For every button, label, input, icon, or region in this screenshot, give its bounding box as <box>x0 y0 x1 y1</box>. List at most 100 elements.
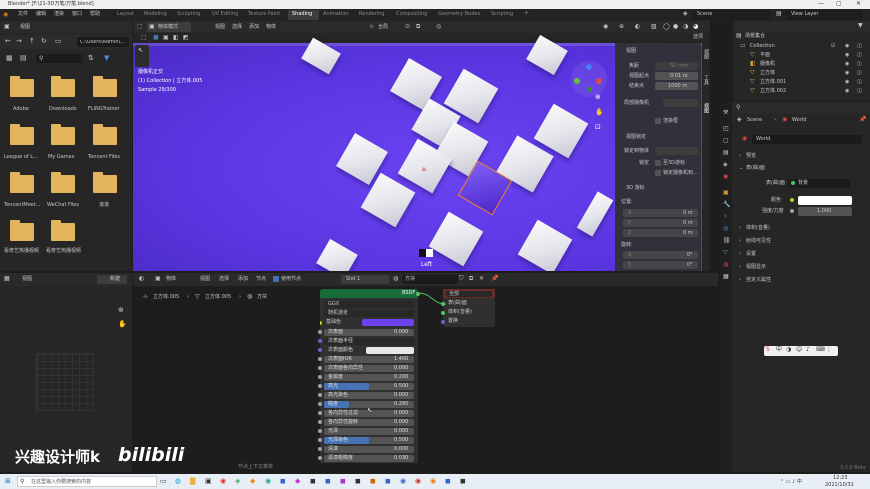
options-dropdown[interactable]: 选项 <box>693 35 703 40</box>
folder-icon[interactable] <box>51 220 75 241</box>
maximize-button[interactable]: ▢ <box>836 1 842 7</box>
pin-icon[interactable]: 📌 <box>491 276 498 282</box>
checkbox-icon[interactable]: ☑ <box>831 44 835 49</box>
app-icon[interactable]: ◆ <box>250 478 255 485</box>
cube-object[interactable] <box>517 219 573 271</box>
viewport-menu-view[interactable]: 视图 <box>215 25 225 30</box>
tab-texture-paint[interactable]: Texture Paint <box>248 12 280 17</box>
texture-tab-icon[interactable]: ▦ <box>723 274 729 280</box>
panel-custom-properties[interactable]: 自定义属性 <box>746 278 771 283</box>
proportional-edit-icon[interactable]: ◎ <box>436 24 441 30</box>
input-socket-icon[interactable] <box>318 384 322 388</box>
render-icon[interactable]: ◫ <box>857 80 862 85</box>
app-icon[interactable]: ◼ <box>355 478 361 485</box>
back-arrow-icon[interactable]: ← <box>5 38 11 45</box>
tab-animation[interactable]: Animation <box>323 12 349 17</box>
close-button[interactable]: ✕ <box>856 1 861 7</box>
node-menu-view[interactable]: 视图 <box>200 277 210 282</box>
sort-icon[interactable]: ⇅ <box>88 55 94 62</box>
thumbnail-icon[interactable]: ▤ <box>20 55 27 62</box>
input-socket-icon[interactable] <box>318 456 322 460</box>
constraints-tab-icon[interactable]: ⛓ <box>723 238 731 244</box>
3d-cursor-icon[interactable]: ✳ <box>421 167 427 174</box>
app-icon[interactable]: ◼ <box>325 478 331 485</box>
material-output-node[interactable]: 全部 表(曲)面 体积(音量) 置换 <box>441 289 495 327</box>
grid-view-icon[interactable]: ▦ <box>6 55 13 62</box>
input-socket-icon[interactable] <box>441 320 445 324</box>
panel-ray-visibility[interactable]: 射线可见性 <box>746 239 771 244</box>
node-menu-select[interactable]: 选择 <box>219 277 229 282</box>
folder-icon[interactable] <box>51 124 75 145</box>
parent-dir-icon[interactable]: ↑ <box>29 38 35 45</box>
shader-editor[interactable]: ◐ ▣ 物体 视图 选择 添加 节点 使用节点 Slot 1 ◍ 方块 ⛉ ⧉ … <box>133 273 718 472</box>
tab-layout[interactable]: Layout <box>117 12 134 17</box>
duplicate-icon[interactable]: ⧉ <box>469 276 473 282</box>
world-tab-icon[interactable]: ◉ <box>723 174 728 180</box>
ime-logo-icon[interactable]: S <box>766 347 770 353</box>
app-icon[interactable]: ◈ <box>235 478 240 485</box>
tab-scripting[interactable]: Scripting <box>491 12 513 17</box>
blender-logo-icon[interactable]: ◉ <box>3 12 8 18</box>
folder-icon[interactable] <box>10 124 34 145</box>
viewport-menu-select[interactable]: 选择 <box>232 25 242 30</box>
fake-user-icon[interactable]: ⛉ <box>459 276 464 282</box>
zoom-icon[interactable]: ⊕ <box>118 307 124 314</box>
menu-window[interactable]: 窗口 <box>72 12 82 17</box>
menu-render[interactable]: 渲染 <box>54 12 64 17</box>
xray-icon[interactable]: ▧ <box>651 24 657 30</box>
scene-tab-icon[interactable]: ◈ <box>723 162 728 168</box>
select-mode-invert-icon[interactable]: ◩ <box>183 35 189 41</box>
file-browser-view-menu[interactable]: 视图 <box>20 25 30 30</box>
minimize-button[interactable]: — <box>818 1 824 7</box>
outliner-item[interactable]: 平面 <box>760 53 770 58</box>
shader-type-dropdown[interactable]: 物体 <box>166 277 176 282</box>
tray-icons[interactable]: ⌃ ▭ ♪ 中 <box>780 480 802 485</box>
input-socket-icon[interactable] <box>318 357 322 361</box>
view-section-title[interactable]: 视图 <box>626 49 636 54</box>
app-icon[interactable]: ◼ <box>340 478 346 485</box>
input-socket-icon[interactable] <box>318 420 322 424</box>
shading-rendered-icon[interactable]: ◕ <box>693 24 698 30</box>
menu-help[interactable]: 帮助 <box>90 12 100 17</box>
input-socket-icon[interactable] <box>318 411 322 415</box>
folder-icon[interactable] <box>93 124 117 145</box>
visibility-icon[interactable]: ◉ <box>845 71 849 76</box>
cube-object[interactable] <box>576 191 614 237</box>
properties-search-icon[interactable]: ⚲ <box>736 105 740 111</box>
edge-icon[interactable]: ◍ <box>175 478 181 485</box>
image-editor-view-menu[interactable]: 视图 <box>22 277 32 282</box>
render-icon[interactable]: ◫ <box>857 62 862 67</box>
snap-icon[interactable]: ⧉ <box>416 24 420 30</box>
ime-punct-icon[interactable]: ◑ <box>786 347 791 353</box>
overlay-icon[interactable]: ◐ <box>635 24 640 30</box>
ime-keyboard-icon[interactable]: ⌨ <box>816 347 825 353</box>
render-icon[interactable]: ◫ <box>857 71 862 76</box>
input-socket-icon[interactable] <box>318 438 322 442</box>
modifier-tab-icon[interactable]: 🔧 <box>723 202 730 208</box>
material-sphere-icon[interactable]: ◍ <box>393 276 398 282</box>
blender-taskbar-icon[interactable]: ◉ <box>430 478 436 485</box>
cube-object[interactable] <box>316 238 358 271</box>
n-tab-view[interactable]: 视图 <box>703 103 709 113</box>
new-folder-icon[interactable]: ▭ <box>55 38 62 45</box>
input-socket-icon[interactable] <box>318 330 322 334</box>
physics-tab-icon[interactable]: ◎ <box>723 226 728 232</box>
data-tab-icon[interactable]: ▽ <box>723 250 728 256</box>
panel-settings[interactable]: 设置 <box>746 252 756 257</box>
add-workspace-button[interactable]: + <box>524 11 529 17</box>
visibility-icon[interactable]: ◉ <box>845 53 849 58</box>
app-icon[interactable]: ◉ <box>265 478 271 485</box>
folder-icon[interactable] <box>10 76 34 97</box>
input-socket-icon[interactable] <box>320 321 322 325</box>
ime-mode-icon[interactable]: 中 <box>776 347 782 353</box>
shading-solid-icon[interactable]: ● <box>673 24 678 30</box>
select-mode-subtract-icon[interactable]: ◧ <box>173 35 179 41</box>
input-socket-icon[interactable] <box>318 375 322 379</box>
pivot-icon[interactable]: ⊙ <box>405 24 410 30</box>
input-socket-icon[interactable] <box>318 393 322 397</box>
tab-geometry-nodes[interactable]: Geometry Nodes <box>438 12 480 17</box>
visibility-icon[interactable]: ◉ <box>603 24 608 30</box>
task-view-icon[interactable]: ▭ <box>160 478 167 485</box>
base-color-swatch[interactable] <box>362 319 414 326</box>
tab-uv-editing[interactable]: UV Editing <box>212 12 238 17</box>
